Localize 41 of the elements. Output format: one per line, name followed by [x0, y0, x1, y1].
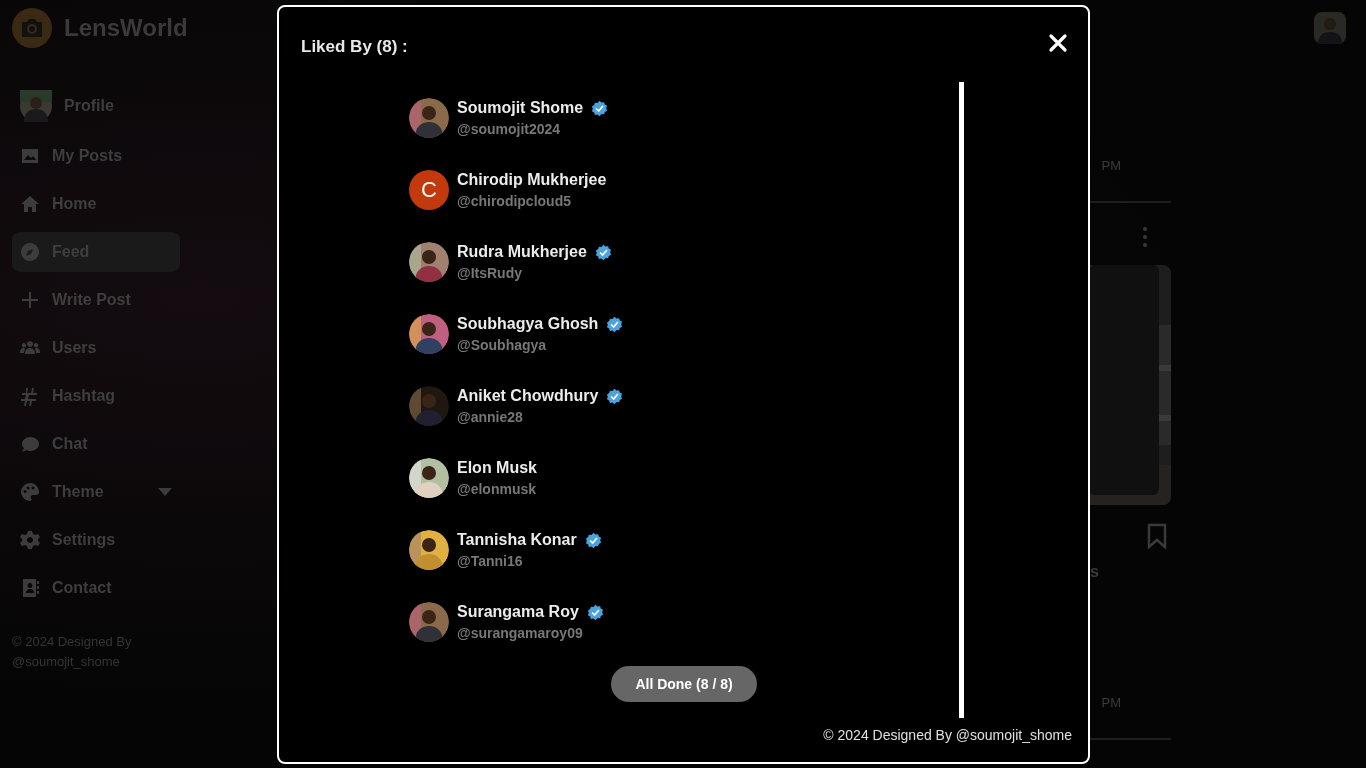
close-icon	[1048, 33, 1068, 53]
user-handle: @surangamaroy09	[457, 624, 584, 643]
close-button[interactable]	[1048, 33, 1068, 53]
user-handle: @chirodipcloud5	[457, 192, 572, 211]
user-name[interactable]: Aniket Chowdhury	[457, 386, 599, 406]
nav-icon	[20, 194, 40, 214]
user-name[interactable]: Elon Musk	[457, 458, 537, 478]
user-name[interactable]: Tannisha Konar	[457, 530, 577, 550]
nav-icon	[20, 434, 40, 454]
nav-icon	[20, 578, 40, 598]
user-name[interactable]: Soumojit Shome	[457, 98, 584, 118]
verified-badge-icon	[591, 99, 609, 117]
user-name[interactable]: Surangama Roy	[457, 602, 579, 622]
verified-badge-icon	[606, 315, 624, 333]
user-handle: @elonmusk	[457, 480, 537, 499]
nav-icon	[20, 242, 40, 262]
nav-icon	[20, 290, 40, 310]
dialog-title: Liked By (8) :	[301, 37, 408, 57]
user-handle: @soumojit2024	[457, 120, 562, 139]
nav-icon	[20, 482, 40, 502]
user-handle: @Tanni16	[457, 552, 524, 571]
verified-badge-icon	[594, 243, 612, 261]
verified-badge-icon	[584, 531, 602, 549]
scrollbar[interactable]	[959, 82, 964, 718]
caret-icon	[158, 488, 172, 496]
nav-icon	[20, 530, 40, 550]
camera-logo-icon	[12, 8, 52, 48]
all-done-button[interactable]: All Done (8 / 8)	[611, 666, 757, 702]
user-name[interactable]: Soubhagya Ghosh	[457, 314, 599, 334]
verified-badge-icon	[586, 603, 604, 621]
nav-icon	[20, 386, 40, 406]
avatar[interactable]: C	[409, 170, 449, 210]
sidebar-item[interactable]: Contact	[12, 568, 180, 608]
user-handle: @ItsRudy	[457, 264, 523, 283]
verified-badge-icon	[606, 387, 624, 405]
copyright-text: © 2024 Designed By @soumojit_shome	[822, 727, 1072, 743]
nav-icon	[20, 146, 40, 166]
user-handle: @annie28	[457, 408, 524, 427]
user-name[interactable]: Chirodip Mukherjee	[457, 170, 607, 190]
user-handle: @Soubhagya	[457, 336, 548, 355]
user-name[interactable]: Rudra Mukherjee	[457, 242, 587, 262]
